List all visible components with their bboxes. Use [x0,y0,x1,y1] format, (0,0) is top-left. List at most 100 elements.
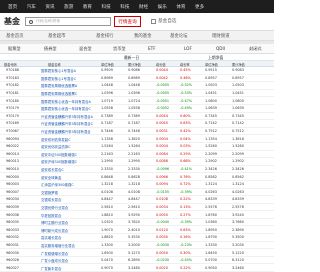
cell-prev-accum-nav: 1.5260 [232,144,244,149]
cell-fund-name[interactable]: 广发稳健增长混合 [41,251,68,256]
cell-fund-name[interactable]: 华夏回报混合 [41,213,61,218]
cell-fund-name[interactable]: 交银施罗德 [41,190,58,195]
nav-link-travel[interactable]: 旅游 [64,4,73,10]
table-row[interactable]: 960033 博时新兴成长混合 1.9070 2.4010 0.0120 0.63% 1.8… [0,226,274,235]
cell-change-pct: 0.04% [180,136,191,141]
table-row[interactable]: 970169 兴证资管金麒麟兴享3年持有混合C 0.7187 0.7187 0.0045… [0,120,274,128]
nav-link-more[interactable]: 更多 [195,4,204,10]
table-row[interactable]: 960003 汇添富沪深300增强C 1.3218 1.3218 0.0094 0.72%… [0,181,274,189]
cell-fund-name[interactable]: 嘉实增长混合 [41,235,61,240]
nav-link-news[interactable]: 资讯 [45,4,54,10]
cell-prev-unit-nav: 1.0503 [205,83,217,88]
search-bar-row: 基金 代码/名称/拼音 行情查询 基金自选 [0,13,274,30]
tab-money-funds[interactable]: 货币型 [113,46,126,52]
nav-link-entertainment[interactable]: 娱乐 [158,4,167,10]
tab-stock-funds[interactable]: 股票型 [8,46,21,52]
cell-fund-name[interactable]: 广发聚丰混合 [41,266,61,271]
tab-fund-forum[interactable]: 基金论坛 [170,33,188,39]
cell-fund-name[interactable]: 诺安中证500指数增强C [41,152,77,157]
cell-fund-name[interactable]: 交银优势行业混合 [41,205,68,210]
cell-change-pct: -0.52% [180,83,192,88]
table-row[interactable]: 960010 诺安成长混合C 2.3330 2.3330 -0.0096 -0.41% 2.… [0,166,274,174]
tab-lof[interactable]: LOF [184,46,192,51]
table-row[interactable]: 960035 博时主题行业混合 1.0320 3.7620 -0.0040 -0.39% 1… [0,219,274,227]
brand-logo[interactable]: 基金 [4,16,20,27]
table-row[interactable]: 960030 广发稳健增长混合 1.6500 5.1270 0.0050 0.30% 1.6… [0,249,274,257]
nav-link-home[interactable]: 首页 [8,4,17,10]
cell-fund-name[interactable]: 诺安全球黄金 [41,175,61,180]
nav-link-finance[interactable]: 财经 [139,4,148,10]
tab-etf[interactable]: ETF [148,46,156,51]
table-row[interactable]: 970170 兴证资管金麒麟兴享3年持有混合A 0.7389 0.7389 0.0044… [0,113,274,121]
nav-link-tech-2[interactable]: 科技 [120,4,129,10]
tab-closed-end[interactable]: 封闭式 [249,46,262,52]
cell-fund-name[interactable]: 兴证资管金麒麟兴享3年持有混合A [41,114,93,119]
table-row[interactable]: 960036 华夏回报混合 1.8810 3.9290 0.0050 0.27% 1.876… [0,211,274,219]
cell-accum-nav: 1.2990 [128,159,140,164]
cell-fund-name[interactable]: 兴证资管金麒麟兴享3年持有混合C [41,121,93,126]
tab-fund-ranking[interactable]: 基金排行 [96,33,114,39]
table-row[interactable]: 960027 广发聚丰混合 0.9070 3.2480 0.0020 0.22% 0.905… [0,264,274,272]
favorite-funds-link[interactable]: 基金自选 [151,18,176,24]
quote-search-button[interactable]: 行情查询 [114,16,141,27]
cell-fund-name[interactable]: 诺安成长混合C [41,167,64,172]
cell-fund-name[interactable]: 汇添富沪深300增强C [41,182,74,187]
fund-search-input[interactable]: 代码/名称/拼音 [25,17,111,26]
cell-fund-name[interactable]: 国泰君安核心1号混合A [41,68,76,73]
tab-fund-home[interactable]: 基金首页 [6,33,24,39]
cell-fund-name[interactable]: 诺安沪深300指数增强C [41,159,77,164]
table-row[interactable]: 960028 广发小盘成长混合 5.0470 6.2890 -0.0230 -0.45% 5… [0,257,274,265]
tab-mixed-funds[interactable]: 混合型 [79,46,92,52]
cell-fund-name[interactable]: 博时新兴成长混合 [41,228,68,233]
cell-fund-name[interactable]: 博时主题行业混合 [41,220,68,225]
cell-fund-name[interactable]: 诺安优化收益债券C [41,144,71,149]
cell-fund-name[interactable]: 国泰君安周期优选股票A [41,83,77,88]
table-row[interactable]: 960032 嘉实增长混合 1.8820 5.3530 0.0030 0.16% 1.879… [0,234,274,242]
tab-fund-market[interactable]: 基金超市 [48,33,66,39]
cell-accum-nav: 1.0448 [128,83,140,88]
cell-change: 0.0094 [156,182,168,187]
cell-fund-name[interactable]: 交银成长混合 [41,197,61,202]
cell-fund-name[interactable]: 国泰君安核心优选一年持有混合C [41,106,91,111]
table-row[interactable]: 970188 国泰君安核心1号混合A 0.9509 0.9086 0.0044 0.45%… [0,67,274,75]
table-row[interactable]: 960013 诺安沪深300指数增强C 1.2990 1.2990 0.0088 0.68… [0,158,274,166]
table-row[interactable]: 960094 诺安双利债券发起C 1.1358 1.3620 0.0004 0.04% 1.… [0,135,274,143]
table-row[interactable]: 960007 交银施罗德 4.0108 4.0108 -0.0155 -0.39% 4.02… [0,189,274,197]
nav-link-sports[interactable]: 体育 [176,4,185,10]
cell-unit-nav: 1.3300 [101,242,113,247]
cell-accum-nav: 3.2480 [128,265,140,270]
cell-fund-code: 960036 [6,212,19,217]
cell-fund-name[interactable]: 国泰君安周期优选股票C [41,91,77,96]
cell-prev-unit-nav: 1.6450 [205,250,217,255]
cell-unit-nav: 0.7389 [101,113,113,118]
tab-qdii[interactable]: QDII [216,46,225,51]
table-row[interactable]: 970179 国泰君安核心优选一年持有混合C 1.0558 1.0558 -0.0052… [0,105,274,113]
table-row[interactable]: 960031 嘉实服务增值行业混合 1.3300 3.2000 -0.0030 -0.23… [0,242,274,250]
cell-fund-name[interactable]: 广发小盘成长混合 [41,258,68,263]
table-row[interactable]: 970182 国泰君安周期优选股票A 1.0448 1.0448 -0.0055 -0.5… [0,82,274,90]
tab-wealth-channel[interactable]: 理财频道 [212,33,230,39]
cell-prev-accum-nav: 0.9083 [232,68,244,73]
table-row[interactable]: 970183 国泰君安核心1号混合C 0.8989 0.8989 0.0042 0.46%… [0,75,274,83]
cell-fund-name[interactable]: 国泰君安核心1号混合C [41,76,76,81]
cell-fund-name[interactable]: 嘉实服务增值行业混合 [41,243,75,248]
nav-link-tech[interactable]: 科技 [102,4,111,10]
table-row[interactable]: 970180 国泰君安核心优选一年持有混合A 1.0719 1.0724 -0.0051… [0,97,274,105]
tab-bond-funds[interactable]: 债券型 [44,46,57,52]
table-row[interactable]: 960039 交银优势行业混合 2.5610 2.5610 0.0034 0.13% 2.5… [0,204,274,212]
table-row[interactable]: 970181 国泰君安周期优选股票C 1.0396 1.0396 -0.0055 -0.5… [0,90,274,98]
cell-fund-name[interactable]: 国泰君安核心优选一年持有混合A [41,99,91,104]
nav-link-auto[interactable]: 汽车 [27,4,36,10]
cell-fund-name[interactable]: 诺安双利债券发起C [41,137,71,142]
tab-my-funds[interactable]: 我的基金 [134,33,152,39]
table-row[interactable]: 960034 交银成长混合 4.8447 4.8447 0.0108 0.22% 4.833… [0,196,274,204]
cell-unit-nav: 1.6500 [101,250,113,255]
cell-fund-name[interactable]: 兴证资管金麒麟兴享3年持有混合 [41,129,91,134]
table-row[interactable]: 960014 诺安中证500指数增强C 2.2163 2.2163 0.0064 0.29… [0,151,274,159]
cell-unit-nav: 1.0719 [101,98,113,103]
table-row[interactable]: 960000 诺安全球黄金 0.8648 0.8628 0.0066 0.76% 0.858… [0,173,274,181]
table-row[interactable]: 960022 诺安优化收益债券C 1.5264 1.5264 0.0004 0.03% 1.… [0,143,274,151]
nav-link-education[interactable]: 教育 [83,4,92,10]
cell-prev-accum-nav: 1.0805 [232,98,244,103]
table-row[interactable]: 970067 兴证资管金麒麟兴享3年持有混合 0.7446 0.7446 0.0031 0… [0,128,274,136]
